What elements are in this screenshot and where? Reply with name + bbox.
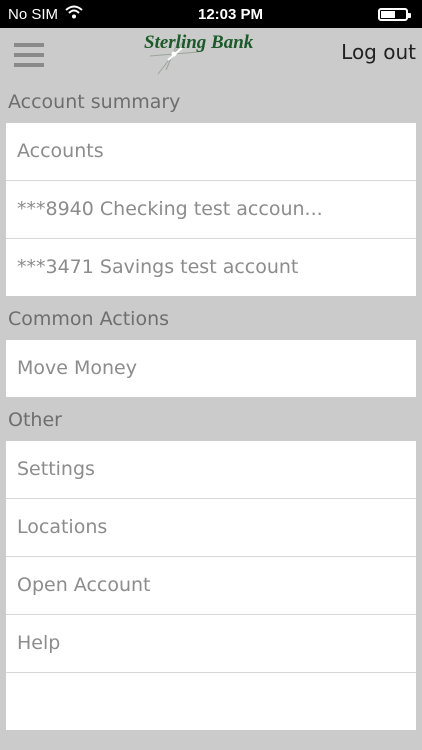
wifi-icon xyxy=(65,5,83,23)
battery-icon xyxy=(378,7,411,21)
menu-bar-line xyxy=(14,43,44,47)
list-item-settings[interactable]: Settings xyxy=(6,441,416,499)
menu-bar-line xyxy=(14,63,44,67)
section-header-common-actions: Common Actions xyxy=(0,296,422,340)
section-header-account-summary: Account summary xyxy=(0,79,422,123)
logo-text: Sterling Bank xyxy=(144,32,254,53)
list-item-locations[interactable]: Locations xyxy=(6,499,416,557)
common-actions-list: Move Money xyxy=(6,340,416,397)
section-header-other: Other xyxy=(0,397,422,441)
list-item-accounts[interactable]: Accounts xyxy=(6,123,416,181)
list-item-checking-account[interactable]: ***8940 Checking test accoun... xyxy=(6,181,416,239)
list-item-open-account[interactable]: Open Account xyxy=(6,557,416,615)
status-time: 12:03 PM xyxy=(197,5,264,23)
list-item-savings-account[interactable]: ***3471 Savings test account xyxy=(6,239,416,296)
hamburger-menu-icon[interactable] xyxy=(14,40,44,70)
status-left: No SIM xyxy=(8,5,83,23)
battery-fill xyxy=(381,10,396,18)
status-bar: No SIM 12:03 PM xyxy=(0,0,422,28)
carrier-label: No SIM xyxy=(8,5,59,23)
other-list: Settings Locations Open Account Help xyxy=(6,441,416,730)
menu-bar-line xyxy=(14,53,44,57)
list-item-empty xyxy=(6,673,416,730)
account-summary-list: Accounts ***8940 Checking test accoun...… xyxy=(6,123,416,296)
list-item-move-money[interactable]: Move Money xyxy=(6,340,416,397)
sterling-bank-logo: Sterling Bank xyxy=(144,32,254,75)
app-screen: No SIM 12:03 PM Sterling Bank Log out Ac… xyxy=(0,0,422,750)
list-item-help[interactable]: Help xyxy=(6,615,416,673)
nav-bar: Sterling Bank Log out xyxy=(0,28,422,79)
logout-button[interactable]: Log out xyxy=(341,40,416,64)
